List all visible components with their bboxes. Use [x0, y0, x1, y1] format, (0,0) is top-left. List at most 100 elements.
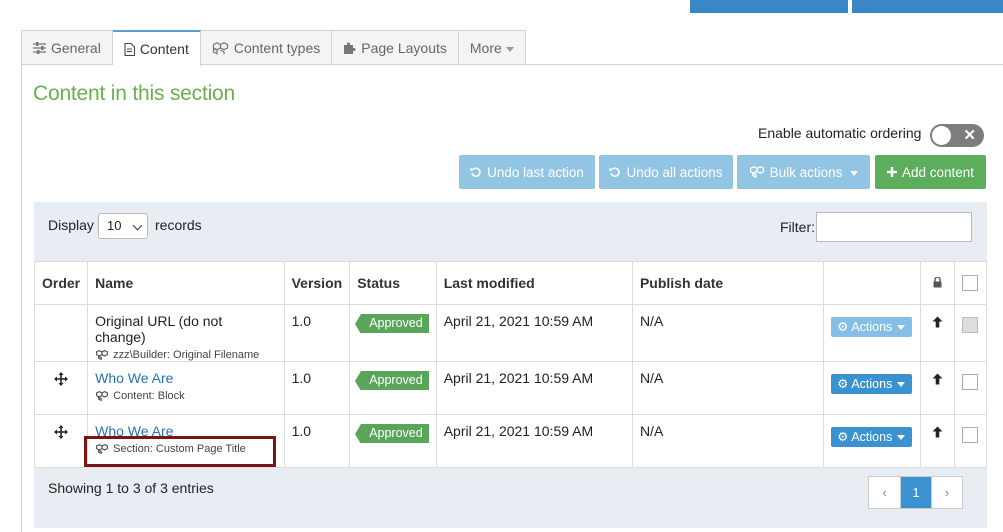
- row-name: Original URL (do not change): [95, 313, 223, 345]
- tab-label: Page Layouts: [361, 40, 447, 56]
- select-cell: [953, 361, 988, 415]
- filter-label: Filter:: [780, 219, 815, 235]
- section-tabs: General Content Content types Page Layou…: [21, 30, 526, 66]
- column-header-version[interactable]: Version: [283, 261, 351, 305]
- publish-date-cell: N/A: [631, 361, 825, 415]
- status-cell: Approved: [349, 304, 437, 362]
- document-icon: [124, 42, 135, 56]
- column-header-lock: [920, 261, 955, 305]
- order-cell: [33, 304, 89, 362]
- top-button-right[interactable]: [852, 0, 1003, 13]
- last-modified-cell: April 21, 2021 10:59 AM: [435, 361, 633, 415]
- move-up-cell: [920, 414, 955, 468]
- tab-content-types[interactable]: Content types: [200, 30, 333, 65]
- column-header-order[interactable]: Order: [33, 261, 89, 305]
- undo-all-actions-button[interactable]: Undo all actions: [599, 155, 733, 189]
- annotation-highlight-box: [84, 436, 276, 467]
- pager-next-button[interactable]: ›: [931, 477, 962, 508]
- undo-icon: [470, 166, 482, 178]
- last-modified-cell: April 21, 2021 10:59 AM: [435, 414, 633, 468]
- puzzle-icon: [343, 42, 356, 55]
- status-cell: Approved: [349, 414, 437, 468]
- name-cell: Original URL (do not change) zzz\Builder…: [87, 304, 285, 362]
- plus-icon: [886, 167, 897, 177]
- pager-prev-button[interactable]: ‹: [869, 477, 900, 508]
- drag-handle-icon[interactable]: [54, 372, 69, 389]
- caret-down-icon: [897, 382, 906, 387]
- column-header-status[interactable]: Status: [349, 261, 437, 305]
- chevron-down-icon: [132, 220, 143, 231]
- table-row: Original URL (do not change) zzz\Builder…: [33, 304, 988, 362]
- status-badge: Approved: [355, 314, 429, 334]
- column-header-select: [953, 261, 988, 305]
- section-title: Content in this section: [33, 82, 236, 105]
- publish-date-cell: N/A: [631, 304, 825, 362]
- tab-page-layouts[interactable]: Page Layouts: [332, 30, 459, 65]
- row-checkbox[interactable]: [962, 374, 979, 390]
- actions-label: Actions: [851, 319, 893, 334]
- column-header-publish-date[interactable]: Publish date: [631, 261, 825, 305]
- tab-label: General: [51, 40, 101, 56]
- actions-cell: ⚙ Actions: [823, 361, 922, 415]
- undo-icon: [609, 166, 621, 178]
- move-up-cell: [920, 304, 955, 362]
- add-content-button[interactable]: Add content: [875, 155, 986, 189]
- column-header-last-modified[interactable]: Last modified: [435, 261, 633, 305]
- undo-last-action-button[interactable]: Undo last action: [459, 155, 595, 189]
- table-row: Who We Are Content: Block 1.0 Approved A…: [33, 361, 988, 415]
- caret-down-icon: [897, 325, 906, 330]
- row-checkbox[interactable]: [962, 427, 979, 443]
- row-checkbox: [962, 317, 979, 333]
- page-size-value: 10: [107, 218, 122, 233]
- actions-dropdown-button[interactable]: ⚙ Actions: [831, 427, 913, 447]
- filter-input[interactable]: [816, 212, 972, 242]
- row-subtitle-text: Content: Block: [113, 390, 185, 402]
- arrow-up-icon[interactable]: [932, 426, 943, 438]
- select-cell: [953, 414, 988, 468]
- top-button-left[interactable]: [690, 0, 848, 13]
- gear-icon: ⚙: [837, 320, 849, 334]
- cubes-icon: [212, 41, 229, 55]
- tab-label: More: [469, 40, 502, 56]
- gear-icon: ⚙: [837, 377, 849, 391]
- auto-ordering-toggle[interactable]: ✕: [930, 124, 984, 147]
- bulk-actions-button[interactable]: Bulk actions: [737, 155, 870, 189]
- status-badge: Approved: [355, 424, 429, 444]
- page-size-select[interactable]: 10: [98, 213, 148, 239]
- actions-cell: ⚙ Actions: [823, 304, 922, 362]
- name-cell: Who We Are Content: Block: [87, 361, 285, 415]
- arrow-up-icon[interactable]: [932, 373, 943, 385]
- row-name-link[interactable]: Who We Are: [95, 370, 276, 386]
- publish-date-cell: N/A: [631, 414, 825, 468]
- status-badge: Approved: [355, 371, 429, 391]
- caret-down-icon: [897, 435, 906, 440]
- column-header-name[interactable]: Name: [87, 261, 285, 305]
- drag-handle-icon[interactable]: [54, 425, 69, 442]
- auto-ordering-label: Enable automatic ordering: [758, 125, 922, 141]
- last-modified-cell: April 21, 2021 10:59 AM: [435, 304, 633, 362]
- pager-page-1[interactable]: 1: [900, 477, 931, 508]
- tab-label: Content: [139, 41, 189, 57]
- close-icon: ✕: [963, 127, 976, 144]
- order-cell: [33, 361, 89, 415]
- add-content-label: Add content: [901, 164, 975, 180]
- move-up-cell: [920, 361, 955, 415]
- cubes-icon: [95, 350, 109, 360]
- tab-general[interactable]: General: [21, 30, 113, 65]
- actions-dropdown-button[interactable]: ⚙ Actions: [831, 374, 913, 394]
- table-header-row: Order Name Version Status Last modified …: [33, 261, 988, 305]
- entries-summary: Showing 1 to 3 of 3 entries: [48, 480, 214, 496]
- column-header-actions: [823, 261, 922, 305]
- version-cell: 1.0: [283, 304, 351, 362]
- pagination: ‹ 1 ›: [868, 476, 963, 509]
- records-label: records: [155, 217, 202, 233]
- caret-down-icon: [850, 170, 859, 176]
- select-all-checkbox[interactable]: [962, 275, 979, 291]
- cubes-icon: [95, 391, 109, 401]
- tab-content[interactable]: Content: [112, 30, 201, 66]
- order-cell: [33, 414, 89, 468]
- tab-more[interactable]: More: [458, 30, 526, 65]
- actions-dropdown-button[interactable]: ⚙ Actions: [831, 317, 913, 337]
- lock-icon: [933, 275, 942, 291]
- arrow-up-icon[interactable]: [932, 316, 943, 328]
